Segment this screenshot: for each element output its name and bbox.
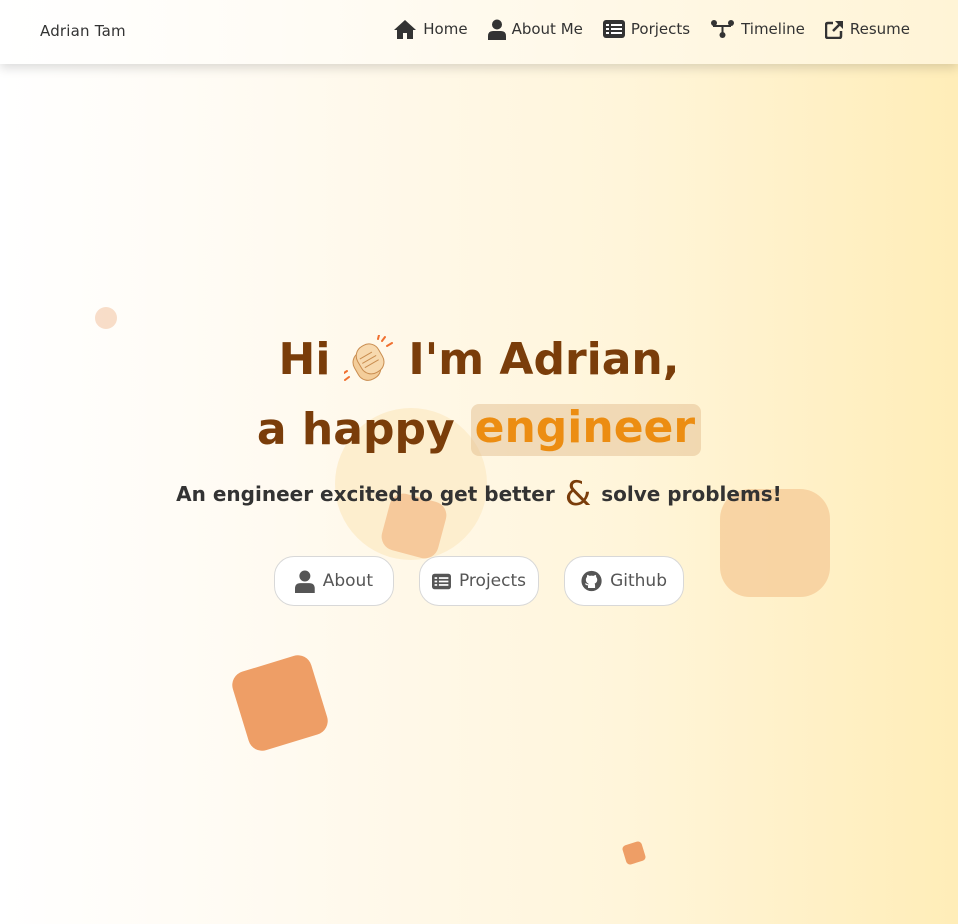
top-navbar: Adrian Tam Home About Me Porjects Timeli… — [0, 0, 958, 64]
decorative-dot — [95, 307, 117, 329]
hero-subtitle: An engineer excited to get better & solv… — [0, 474, 958, 514]
about-button-label: About — [322, 571, 373, 591]
projects-button-label: Projects — [458, 571, 526, 591]
nav-link-label: Porjects — [630, 20, 691, 38]
nav-link-label: Home — [423, 20, 468, 38]
user-icon — [295, 570, 315, 593]
nav-link-projects[interactable]: Porjects — [602, 20, 691, 38]
sitemap-icon — [711, 20, 735, 38]
nav-link-about-me[interactable]: About Me — [487, 19, 583, 40]
github-button-label: Github — [610, 571, 667, 591]
subtitle-part-1: An engineer excited to get better — [176, 482, 555, 506]
brand-name[interactable]: Adrian Tam — [40, 22, 126, 40]
nav-link-home[interactable]: Home — [393, 19, 468, 40]
hero-role: a happy engineer — [0, 400, 958, 460]
nav-link-label: Resume — [849, 20, 910, 38]
intro-text: I'm Adrian, — [408, 334, 680, 385]
role-prefix: a happy — [256, 404, 455, 455]
decorative-square-left — [228, 651, 332, 755]
nav-link-label: Timeline — [741, 20, 805, 38]
decorative-square-tiny — [621, 840, 647, 866]
external-link-icon — [824, 20, 843, 39]
subtitle-part-2: solve problems! — [601, 482, 782, 506]
ampersand: & — [564, 474, 592, 514]
hero-greeting: Hi I'm Adrian, — [0, 332, 958, 388]
list-icon — [602, 20, 625, 38]
home-icon — [394, 19, 417, 39]
clapping-hands-icon — [343, 334, 394, 385]
hero-buttons: About Projects Github — [0, 556, 958, 606]
nav-link-timeline[interactable]: Timeline — [710, 19, 805, 39]
list-icon — [432, 573, 451, 589]
github-icon — [581, 570, 602, 592]
nav-link-resume[interactable]: Resume — [824, 20, 910, 39]
nav-links: Home About Me Porjects Timeline Resume — [393, 16, 910, 42]
nav-link-label: About Me — [511, 20, 583, 38]
role-highlight: engineer — [470, 404, 702, 456]
hero-section: Hi I'm Adrian, a happy engineer An engin… — [0, 0, 958, 924]
about-button[interactable]: About — [274, 556, 394, 606]
user-icon — [487, 19, 506, 40]
projects-button[interactable]: Projects — [419, 556, 539, 606]
github-button[interactable]: Github — [564, 556, 684, 606]
greeting-text: Hi — [278, 334, 331, 385]
